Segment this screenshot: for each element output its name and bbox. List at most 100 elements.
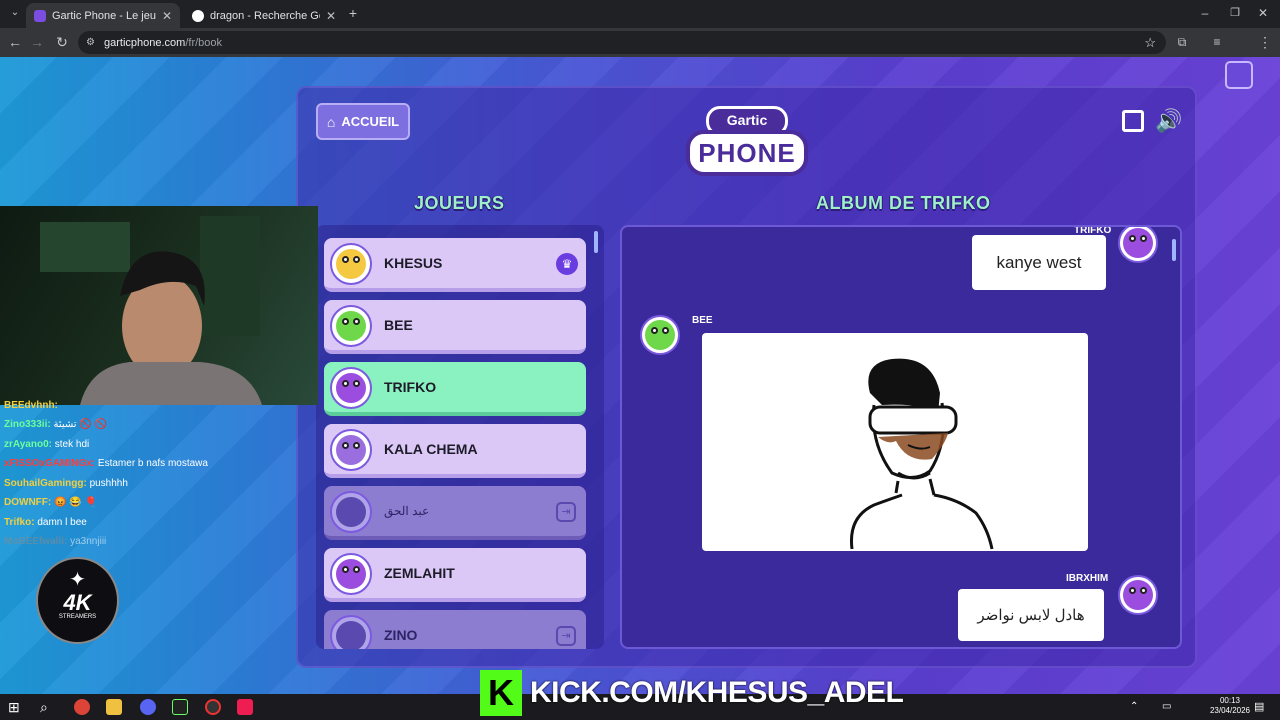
message-bubble: هادل لابس نواضر xyxy=(958,589,1104,641)
message-author: IBRXHIM xyxy=(1066,573,1109,584)
players-list[interactable]: KHESUS ♛ BEE TRIFKO KALA CHEMA عبد الحق … xyxy=(316,225,604,649)
site-info-icon[interactable]: ⚙ xyxy=(86,37,95,48)
url-host: garticphone.com xyxy=(104,36,186,49)
address-bar-row: ← → ↻ ⚙ garticphone.com/fr/book ☆ ⧉ ≡ ⋮ xyxy=(0,28,1280,57)
players-scrollbar[interactable] xyxy=(594,231,598,253)
album-scrollbar[interactable] xyxy=(1172,239,1176,261)
fullscreen-icon[interactable] xyxy=(1122,110,1144,132)
restore-icon[interactable]: ❐ xyxy=(1226,5,1244,21)
player-item-khesus[interactable]: KHESUS ♛ xyxy=(324,238,586,292)
logo-bottom-text: PHONE xyxy=(686,130,808,176)
chat-message: Zino333ii: تشيئة 🚫 🚫 xyxy=(4,419,108,430)
clock-time: 00:13 xyxy=(1219,696,1240,705)
chat-message: Trifko: damn l bee xyxy=(4,517,87,528)
tab-gartic[interactable]: Gartic Phone - Le jeu du téléph ✕ xyxy=(26,3,180,28)
album-heading: ALBUM DE TRIFKO xyxy=(816,193,991,213)
kick-banner: K KICK.COM/KHESUS_ADEL xyxy=(480,668,904,718)
avatar xyxy=(330,491,372,533)
browser-tab-bar: ⌄ Gartic Phone - Le jeu du téléph ✕ drag… xyxy=(0,0,1280,28)
terminal-icon[interactable] xyxy=(172,699,188,715)
bookmark-star-icon[interactable]: ☆ xyxy=(1144,35,1156,51)
chrome-icon[interactable] xyxy=(74,699,90,715)
disconnected-icon: ⇥ xyxy=(556,502,576,522)
streamer-video-image xyxy=(40,216,262,405)
chat-message: SouhailGamingg: pushhhh xyxy=(4,478,128,489)
file-explorer-icon[interactable] xyxy=(106,699,122,715)
player-name: ZINO xyxy=(384,627,418,643)
extensions-icon[interactable]: ⧉ xyxy=(1173,34,1191,50)
close-tab-icon[interactable]: ✕ xyxy=(162,9,172,23)
chat-message: MoBEEfwalli: ya3nnjiii xyxy=(4,536,107,547)
tab-list-button[interactable]: ⌄ xyxy=(6,5,24,21)
url-input[interactable]: ⚙ garticphone.com/fr/book ☆ xyxy=(78,31,1166,54)
avatar xyxy=(330,553,372,595)
avatar xyxy=(1118,575,1158,615)
kanye-drawing-image xyxy=(849,358,994,550)
disconnected-icon: ⇥ xyxy=(556,626,576,646)
player-name: TRIFKO xyxy=(384,379,437,395)
close-window-icon[interactable]: ✕ xyxy=(1254,5,1272,21)
avatar xyxy=(1118,227,1158,263)
gartic-phone-logo: Gartic PHONE xyxy=(686,104,808,178)
tray-chevron-icon[interactable]: ⌃ xyxy=(1130,699,1146,715)
close-tab-icon[interactable]: ✕ xyxy=(326,9,336,23)
player-item-kala-chema[interactable]: KALA CHEMA xyxy=(324,424,586,478)
sound-icon[interactable]: 🔊 xyxy=(1155,108,1182,134)
extension-overlay-icon[interactable] xyxy=(1225,61,1253,89)
home-button-label: ACCUEIL xyxy=(341,114,400,129)
avatar xyxy=(330,305,372,347)
message-bubble: kanye west xyxy=(972,235,1106,290)
minimize-icon[interactable]: – xyxy=(1196,5,1214,21)
album-feed[interactable]: TRIFKO kanye west BEE IBRXHIM هادل لابس … xyxy=(620,225,1182,649)
logo-small-text: STREAMERS xyxy=(58,614,97,620)
obs-icon[interactable] xyxy=(205,699,221,715)
message-author: BEE xyxy=(692,315,713,326)
avatar xyxy=(330,367,372,409)
tab-google[interactable]: dragon - Recherche Google ✕ xyxy=(184,3,344,28)
home-icon: ⌂ xyxy=(326,113,336,130)
menu-icon[interactable]: ⋮ xyxy=(1256,34,1274,50)
player-item-trifko[interactable]: TRIFKO xyxy=(324,362,586,416)
player-drawing xyxy=(702,333,1088,551)
streamers-logo: ✦ 4K STREAMERS xyxy=(36,557,119,644)
players-heading: JOUEURS xyxy=(414,193,505,213)
taskbar-clock[interactable]: 00:13 23/04/2026 xyxy=(1210,696,1250,716)
search-icon[interactable]: ⌕ xyxy=(40,699,56,715)
chat-message: BEEdvhnh: xyxy=(4,400,58,411)
media-icon[interactable]: ≡ xyxy=(1208,34,1226,50)
player-name: عبد الحق xyxy=(384,504,430,518)
notifications-icon[interactable]: ▤ xyxy=(1254,699,1270,715)
player-name: ZEMLAHIT xyxy=(384,565,455,581)
gartic-favicon-icon xyxy=(34,9,46,22)
player-item-zino[interactable]: ZINO ⇥ xyxy=(324,610,586,649)
player-name: KALA CHEMA xyxy=(384,441,478,457)
avatar xyxy=(330,429,372,471)
logo-big-text: 4K xyxy=(63,590,92,615)
eagle-icon: ✦ xyxy=(69,569,86,591)
player-item-abdelhak[interactable]: عبد الحق ⇥ xyxy=(324,486,586,540)
player-item-bee[interactable]: BEE xyxy=(324,300,586,354)
url-path: /fr/book xyxy=(185,36,223,49)
player-name: BEE xyxy=(384,317,413,333)
webcam-feed xyxy=(0,206,318,405)
player-name: KHESUS xyxy=(384,255,443,271)
tiktok-icon[interactable] xyxy=(237,699,253,715)
new-tab-icon[interactable]: + xyxy=(344,5,362,21)
network-icon[interactable]: ▭ xyxy=(1162,699,1178,715)
back-icon[interactable]: ← xyxy=(6,34,24,50)
home-button[interactable]: ⌂ ACCUEIL xyxy=(316,103,410,140)
avatar xyxy=(640,315,680,355)
avatar xyxy=(330,615,372,649)
google-favicon-icon xyxy=(192,9,204,22)
player-item-zemlahit[interactable]: ZEMLAHIT xyxy=(324,548,586,602)
tab-title: dragon - Recherche Google xyxy=(210,9,320,22)
host-crown-icon: ♛ xyxy=(556,253,578,275)
chat-message: xFISSOxGAMINGx: Estamer b nafs mostawa xyxy=(4,458,208,469)
reload-icon[interactable]: ↻ xyxy=(53,34,71,50)
avatar xyxy=(330,243,372,285)
start-icon[interactable]: ⊞ xyxy=(8,699,24,715)
chat-message: zrAyano0: stek hdi xyxy=(4,439,90,450)
discord-icon[interactable] xyxy=(140,699,156,715)
forward-icon[interactable]: → xyxy=(28,34,46,50)
clock-date: 23/04/2026 xyxy=(1209,706,1250,715)
